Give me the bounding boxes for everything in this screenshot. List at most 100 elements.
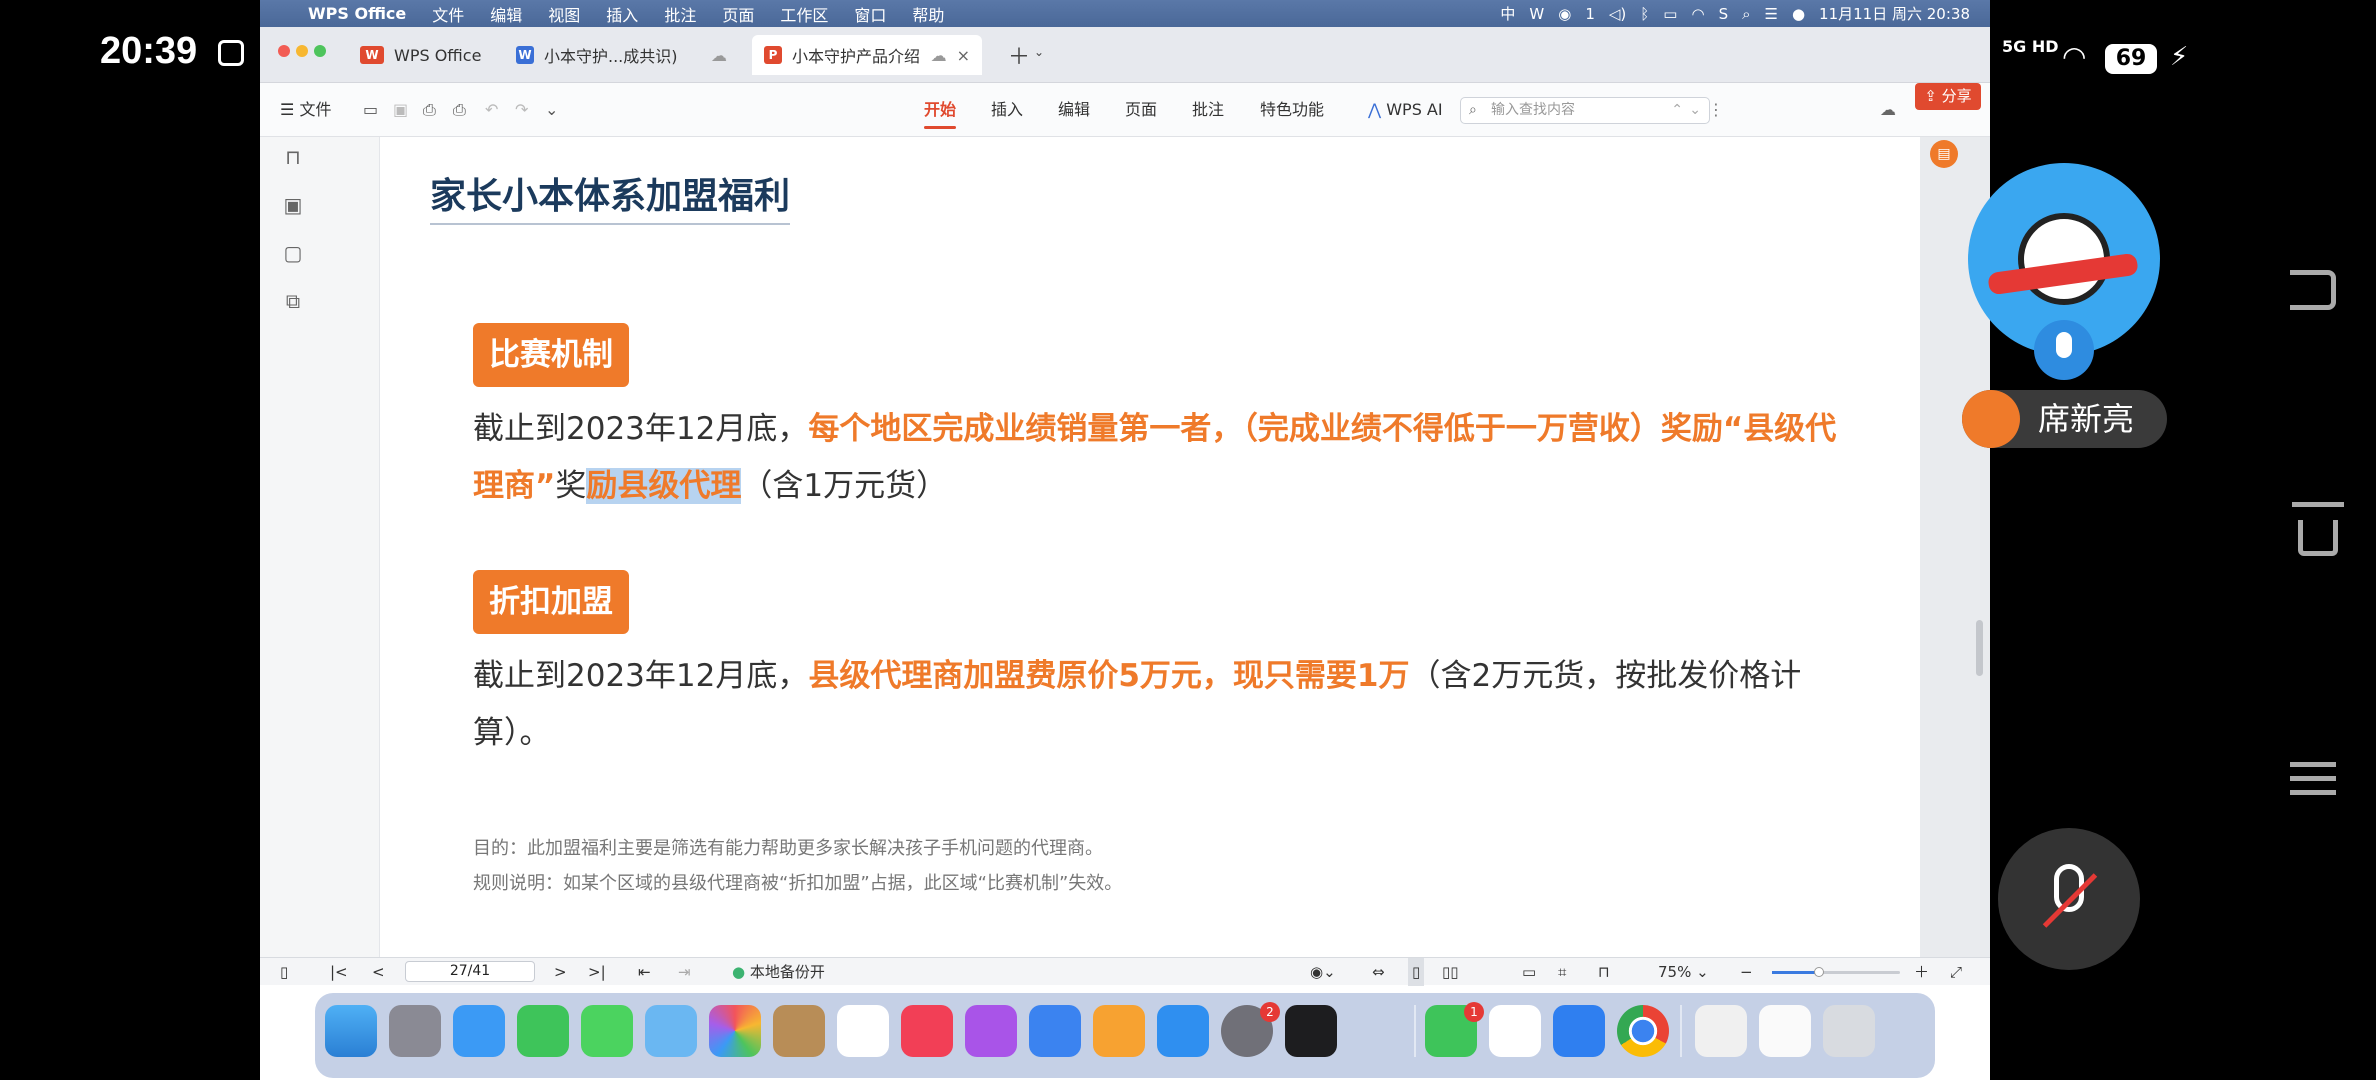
menu-app-name[interactable]: WPS Office	[308, 4, 406, 23]
recent-file-icon[interactable]	[1695, 1005, 1747, 1057]
first-page-icon[interactable]: |<	[330, 958, 348, 986]
tab-insert[interactable]: 插入	[991, 83, 1023, 137]
menu-workspace[interactable]: 工作区	[780, 2, 828, 26]
tab-comment[interactable]: 批注	[1192, 83, 1224, 137]
more-options-icon[interactable]: ⋮	[1708, 83, 1724, 137]
back-icon[interactable]: ⇤	[638, 958, 651, 986]
prev-result-icon[interactable]: ⌃	[1671, 98, 1683, 123]
input-method-icon[interactable]: 中	[1500, 3, 1515, 24]
app-store-icon[interactable]	[1157, 1005, 1209, 1057]
control-center-icon[interactable]: ☰	[1765, 5, 1778, 23]
thumbnail-icon[interactable]: ▣	[282, 193, 304, 217]
read-mode-icon[interactable]: ▭	[1522, 958, 1536, 986]
lark-icon[interactable]	[1553, 1005, 1605, 1057]
cloud-sync-icon[interactable]: ☁	[1880, 83, 1896, 137]
window-close-icon[interactable]	[278, 45, 290, 57]
zoom-select[interactable]: 75% ⌄	[1658, 958, 1709, 986]
podcasts-icon[interactable]	[965, 1005, 1017, 1057]
backup-status[interactable]: ● 本地备份开	[732, 958, 825, 986]
zoom-slider[interactable]	[1772, 967, 1900, 977]
mail-icon[interactable]	[453, 1005, 505, 1057]
wifi-menubar-icon[interactable]: ◠	[1691, 5, 1704, 23]
two-page-icon[interactable]: ▯▯	[1442, 958, 1459, 986]
page-number-input[interactable]: 27/41	[405, 961, 535, 982]
eye-icon[interactable]: ◉⌄	[1310, 958, 1336, 986]
maps-icon[interactable]	[645, 1005, 697, 1057]
single-page-icon[interactable]: ▯	[1408, 958, 1425, 986]
window-zoom-icon[interactable]	[314, 45, 326, 57]
chevron-down-icon[interactable]: ⌄	[1034, 45, 1044, 59]
menu-insert[interactable]: 插入	[606, 2, 638, 26]
trash-icon[interactable]	[1823, 1005, 1875, 1057]
finder-icon[interactable]	[325, 1005, 377, 1057]
zoom-out-icon[interactable]: −	[1740, 958, 1753, 986]
siri-icon[interactable]: ●	[1792, 5, 1805, 23]
launchpad-icon[interactable]	[389, 1005, 441, 1057]
tab-doc-2[interactable]: P 小本守护产品介绍 ☁ ×	[752, 35, 982, 75]
menu-view[interactable]: 视图	[548, 2, 580, 26]
pages-icon[interactable]	[1093, 1005, 1145, 1057]
wps-ai-button[interactable]: ⋀ WPS AI	[1368, 83, 1443, 137]
next-result-icon[interactable]: ⌄	[1689, 98, 1701, 123]
share-button[interactable]: ⇪ 分享	[1915, 83, 1981, 110]
participant-name-tag[interactable]: 席新亮	[1962, 390, 2167, 448]
messages-icon[interactable]	[581, 1005, 633, 1057]
music-icon[interactable]	[901, 1005, 953, 1057]
search-input[interactable]: ⌕ 输入查找内容 ⌃ ⌄	[1460, 97, 1710, 124]
zoom-slider-thumb[interactable]	[1814, 967, 1824, 977]
clipboard-icon[interactable]: S	[1719, 5, 1729, 23]
terminal-icon[interactable]	[1285, 1005, 1337, 1057]
chrome-icon[interactable]	[1617, 1005, 1669, 1057]
selected-text[interactable]: 励县级代理	[586, 468, 742, 504]
next-page-icon[interactable]: >	[554, 958, 567, 986]
keynote-icon[interactable]	[1029, 1005, 1081, 1057]
menu-comment[interactable]: 批注	[664, 2, 696, 26]
tab-wps-home[interactable]: W WPS Office	[348, 35, 493, 75]
file-menu-button[interactable]: ☰ 文件	[280, 83, 331, 137]
bookmark-icon[interactable]: ⊓	[282, 145, 304, 169]
toggle-sidebar-icon[interactable]: ▯	[280, 958, 288, 986]
comment-icon[interactable]: ▢	[282, 241, 304, 265]
vertical-scrollbar[interactable]	[1976, 620, 1983, 676]
tab-special-features[interactable]: 特色功能	[1260, 83, 1324, 137]
tab-edit[interactable]: 编辑	[1058, 83, 1090, 137]
attachment-icon[interactable]: ⧉	[282, 289, 304, 313]
bookmark-view-icon[interactable]: ⊓	[1598, 958, 1610, 986]
menu-nav-icon[interactable]	[2290, 758, 2338, 798]
undo-icon[interactable]: ↶	[485, 83, 498, 137]
recent-doc-icon[interactable]	[1759, 1005, 1811, 1057]
window-minimize-icon[interactable]	[296, 45, 308, 57]
volume-icon[interactable]: ◁)	[1609, 5, 1626, 23]
menu-file[interactable]: 文件	[432, 2, 464, 26]
close-tab-icon[interactable]: ×	[957, 46, 970, 65]
tab-start[interactable]: 开始	[924, 83, 957, 137]
contacts-icon[interactable]	[773, 1005, 825, 1057]
menu-page[interactable]: 页面	[722, 2, 754, 26]
battery-icon[interactable]: ▭	[1663, 5, 1677, 23]
focus-icon[interactable]: ⌗	[1558, 958, 1566, 986]
facetime-icon[interactable]	[517, 1005, 569, 1057]
fit-width-icon[interactable]: ⇔	[1372, 958, 1385, 986]
wechat-tray-icon[interactable]: ◉	[1558, 5, 1571, 23]
more-chevron-icon[interactable]: ⌄	[545, 83, 558, 137]
wps-tray-icon[interactable]: W	[1529, 5, 1544, 23]
print-icon[interactable]: ⎙	[423, 83, 436, 137]
redo-icon[interactable]: ↷	[515, 83, 528, 137]
zoom-in-icon[interactable]: ＋	[1914, 958, 1929, 986]
home-nav-icon[interactable]	[2290, 502, 2346, 558]
photos-icon[interactable]	[709, 1005, 761, 1057]
menu-edit[interactable]: 编辑	[490, 2, 522, 26]
tab-doc-1[interactable]: W 小本守护...成共识) ☁	[504, 35, 739, 75]
reminders-icon[interactable]	[837, 1005, 889, 1057]
prev-page-icon[interactable]: <	[372, 958, 385, 986]
spotlight-icon[interactable]: ⌕	[1742, 5, 1750, 23]
rocket-icon[interactable]	[1349, 1005, 1401, 1057]
print-preview-icon[interactable]: ⎙	[453, 83, 466, 137]
back-nav-icon[interactable]	[2290, 270, 2336, 310]
mute-microphone-button[interactable]	[1998, 828, 2140, 970]
open-icon[interactable]: ▭	[363, 83, 378, 137]
menubar-datetime[interactable]: 11月11日 周六 20:38	[1819, 3, 1970, 24]
bluetooth-icon[interactable]: ᛒ	[1640, 5, 1649, 23]
fullscreen-icon[interactable]: ⤢	[1950, 958, 1962, 986]
save-icon[interactable]: ▣	[393, 83, 408, 137]
